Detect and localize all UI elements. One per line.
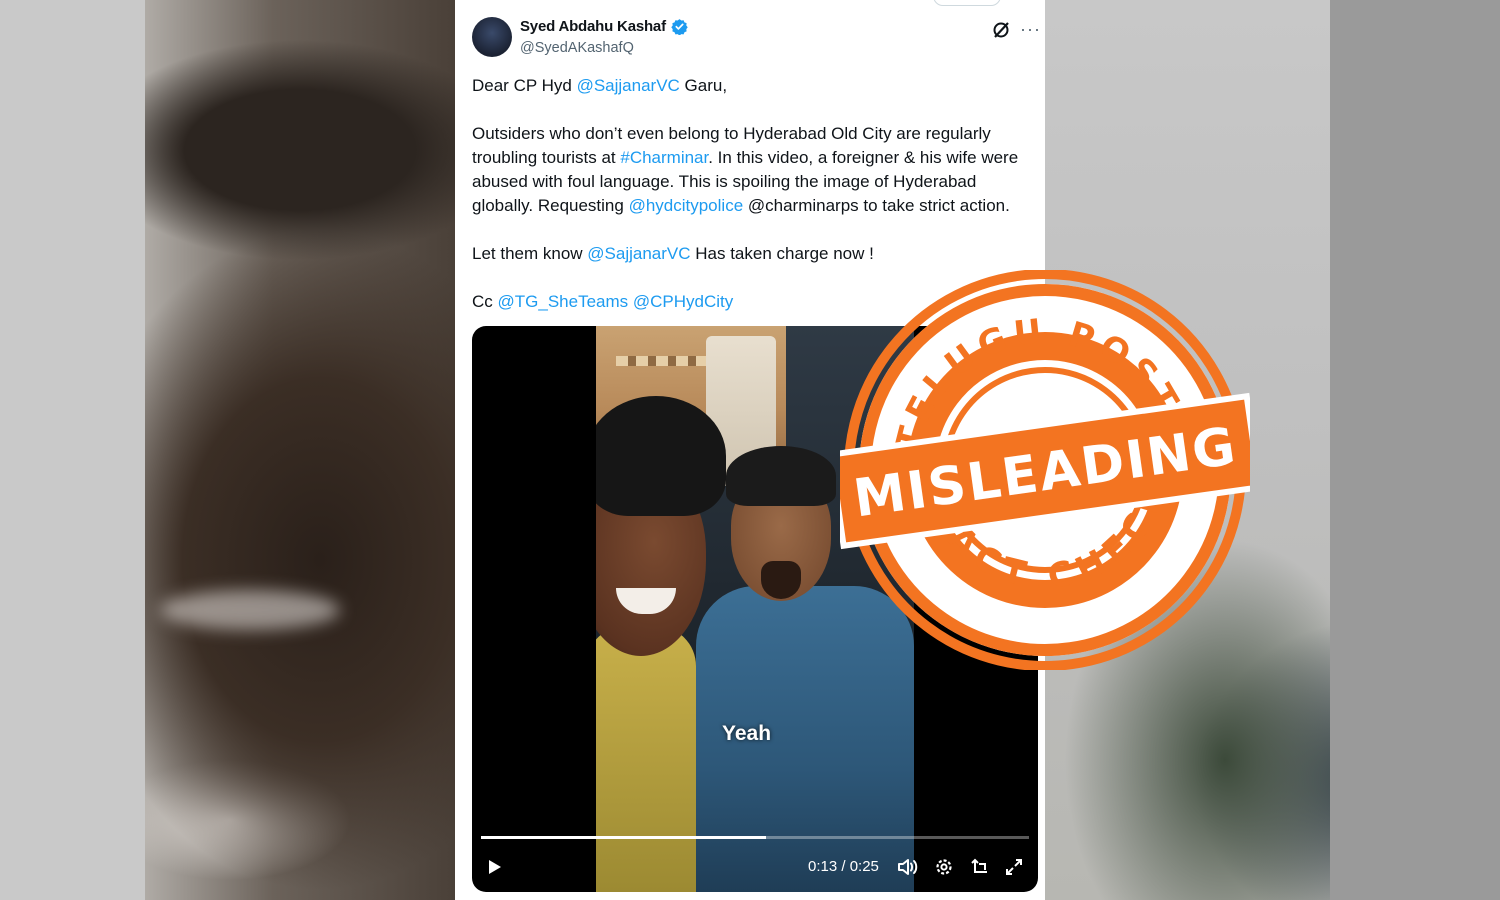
background-strip-left (0, 0, 145, 900)
mention-link[interactable]: @SajjanarVC (577, 76, 680, 95)
fullscreen-icon[interactable] (1002, 854, 1026, 880)
grok-icon[interactable] (991, 20, 1011, 40)
avatar[interactable] (472, 17, 512, 57)
mention-link[interactable]: @hydcitypolice (629, 196, 744, 215)
user-handle[interactable]: @SyedAKashafQ (520, 40, 634, 56)
mention-link[interactable]: @CPHydCity (633, 292, 733, 311)
hashtag-link[interactable]: #Charminar (620, 148, 708, 167)
settings-icon[interactable] (932, 854, 956, 880)
blurred-background-left (0, 0, 455, 900)
display-name[interactable]: Syed Abdahu Kashaf (520, 18, 666, 35)
mention-link[interactable]: @SajjanarVC (587, 244, 690, 263)
rotate-icon[interactable] (968, 854, 992, 880)
background-strip-right (1330, 0, 1500, 900)
mention-link[interactable]: @TG_SheTeams (498, 292, 629, 311)
video-progress-bar[interactable] (481, 836, 1029, 839)
volume-icon[interactable] (896, 854, 920, 880)
video-caption: Yeah (722, 722, 772, 745)
fact-check-stamp: TELUGU POST FACT CHECK MISLEADING (827, 269, 1263, 671)
video-progress-fill (481, 836, 766, 839)
top-button-partial[interactable] (933, 0, 1001, 6)
video-time: 0:13 / 0:25 (808, 858, 879, 875)
more-options-icon[interactable]: ··· (1020, 19, 1041, 40)
play-icon[interactable] (482, 854, 506, 880)
verified-badge-icon (671, 18, 688, 36)
video-controls: 0:13 / 0:25 (472, 854, 1038, 880)
